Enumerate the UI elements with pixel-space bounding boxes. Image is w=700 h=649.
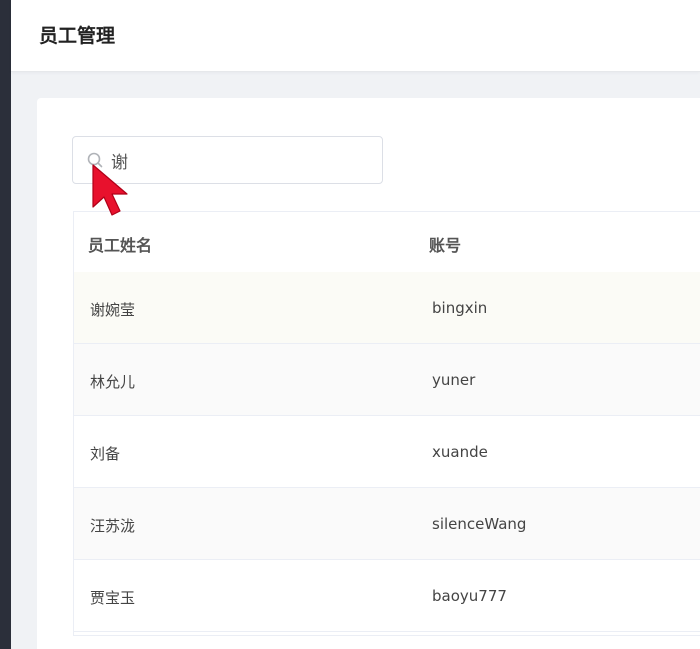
column-header-name[interactable]: 员工姓名 xyxy=(88,232,152,256)
table-row[interactable]: 贾宝玉 baoyu777 xyxy=(74,560,700,632)
cell-name: 汪苏泷 xyxy=(90,517,136,535)
top-header: 员工管理 xyxy=(11,0,700,72)
cell-name: 林允儿 xyxy=(90,373,136,391)
cell-account: xuande xyxy=(432,443,488,461)
table-row[interactable]: 刘备 xuande xyxy=(74,416,700,488)
table-row[interactable]: 汪苏泷 silenceWang xyxy=(74,488,700,560)
search-input[interactable] xyxy=(111,137,371,183)
table-row[interactable]: 林允儿 yuner xyxy=(74,344,700,416)
page-title: 员工管理 xyxy=(39,25,116,47)
table-header: 员工姓名 账号 xyxy=(74,212,700,273)
cell-account: silenceWang xyxy=(432,515,527,533)
employee-table: 员工姓名 账号 谢婉莹 bingxin 林允儿 yuner 刘备 xuande … xyxy=(73,211,700,636)
cell-account: yuner xyxy=(432,371,476,389)
cell-name: 刘备 xyxy=(90,445,121,463)
cell-name: 谢婉莹 xyxy=(90,301,136,319)
cell-account: baoyu777 xyxy=(432,587,507,605)
table-row[interactable]: 谢婉莹 bingxin xyxy=(74,272,700,344)
content-card: 员工姓名 账号 谢婉莹 bingxin 林允儿 yuner 刘备 xuande … xyxy=(37,98,700,649)
cell-account: bingxin xyxy=(432,299,488,317)
sidebar-edge xyxy=(0,0,11,649)
cell-name: 贾宝玉 xyxy=(90,589,136,607)
search-box[interactable] xyxy=(72,136,383,184)
column-header-account[interactable]: 账号 xyxy=(429,232,461,256)
search-icon xyxy=(87,152,103,168)
